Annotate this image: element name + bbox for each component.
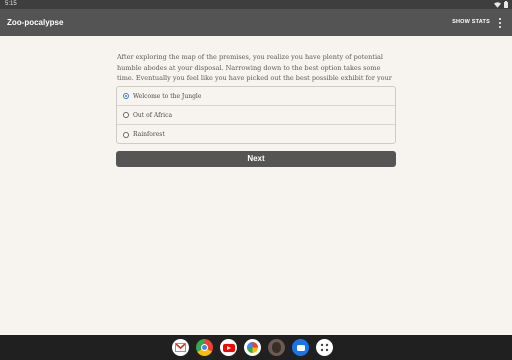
wifi-icon — [494, 1, 501, 8]
choice-list: Welcome to the Jungle Out of Africa Rain… — [116, 86, 396, 144]
status-icons — [494, 1, 508, 8]
app-avatar-icon[interactable] — [268, 339, 285, 356]
taskbar — [0, 335, 512, 360]
radio-icon[interactable] — [123, 112, 129, 118]
overflow-menu-icon[interactable] — [497, 18, 503, 28]
choice-label: Welcome to the Jungle — [133, 92, 202, 100]
radio-selected-icon[interactable] — [123, 93, 129, 99]
choice-label: Rainforest — [133, 131, 165, 138]
app-bar: Zoo-pocalypse SHOW STATS — [0, 9, 512, 36]
photos-icon[interactable] — [244, 339, 261, 356]
youtube-icon[interactable] — [220, 339, 237, 356]
choice-option[interactable]: Welcome to the Jungle — [117, 87, 395, 106]
messages-icon[interactable] — [292, 339, 309, 356]
choice-option[interactable]: Rainforest — [117, 125, 395, 143]
choice-option[interactable]: Out of Africa — [117, 106, 395, 125]
gmail-icon[interactable] — [172, 339, 189, 356]
app-launcher-icon[interactable] — [316, 339, 333, 356]
show-stats-button[interactable]: SHOW STATS — [452, 9, 490, 36]
choice-label: Out of Africa — [133, 111, 173, 119]
radio-icon[interactable] — [123, 131, 129, 138]
status-time: 5:15 — [5, 1, 17, 7]
next-button[interactable]: Next — [116, 151, 396, 167]
chrome-icon[interactable] — [196, 339, 213, 356]
app-dock — [172, 339, 333, 356]
status-bar: 5:15 — [0, 0, 512, 9]
app-title: Zoo-pocalypse — [7, 18, 64, 27]
battery-icon — [504, 1, 508, 8]
